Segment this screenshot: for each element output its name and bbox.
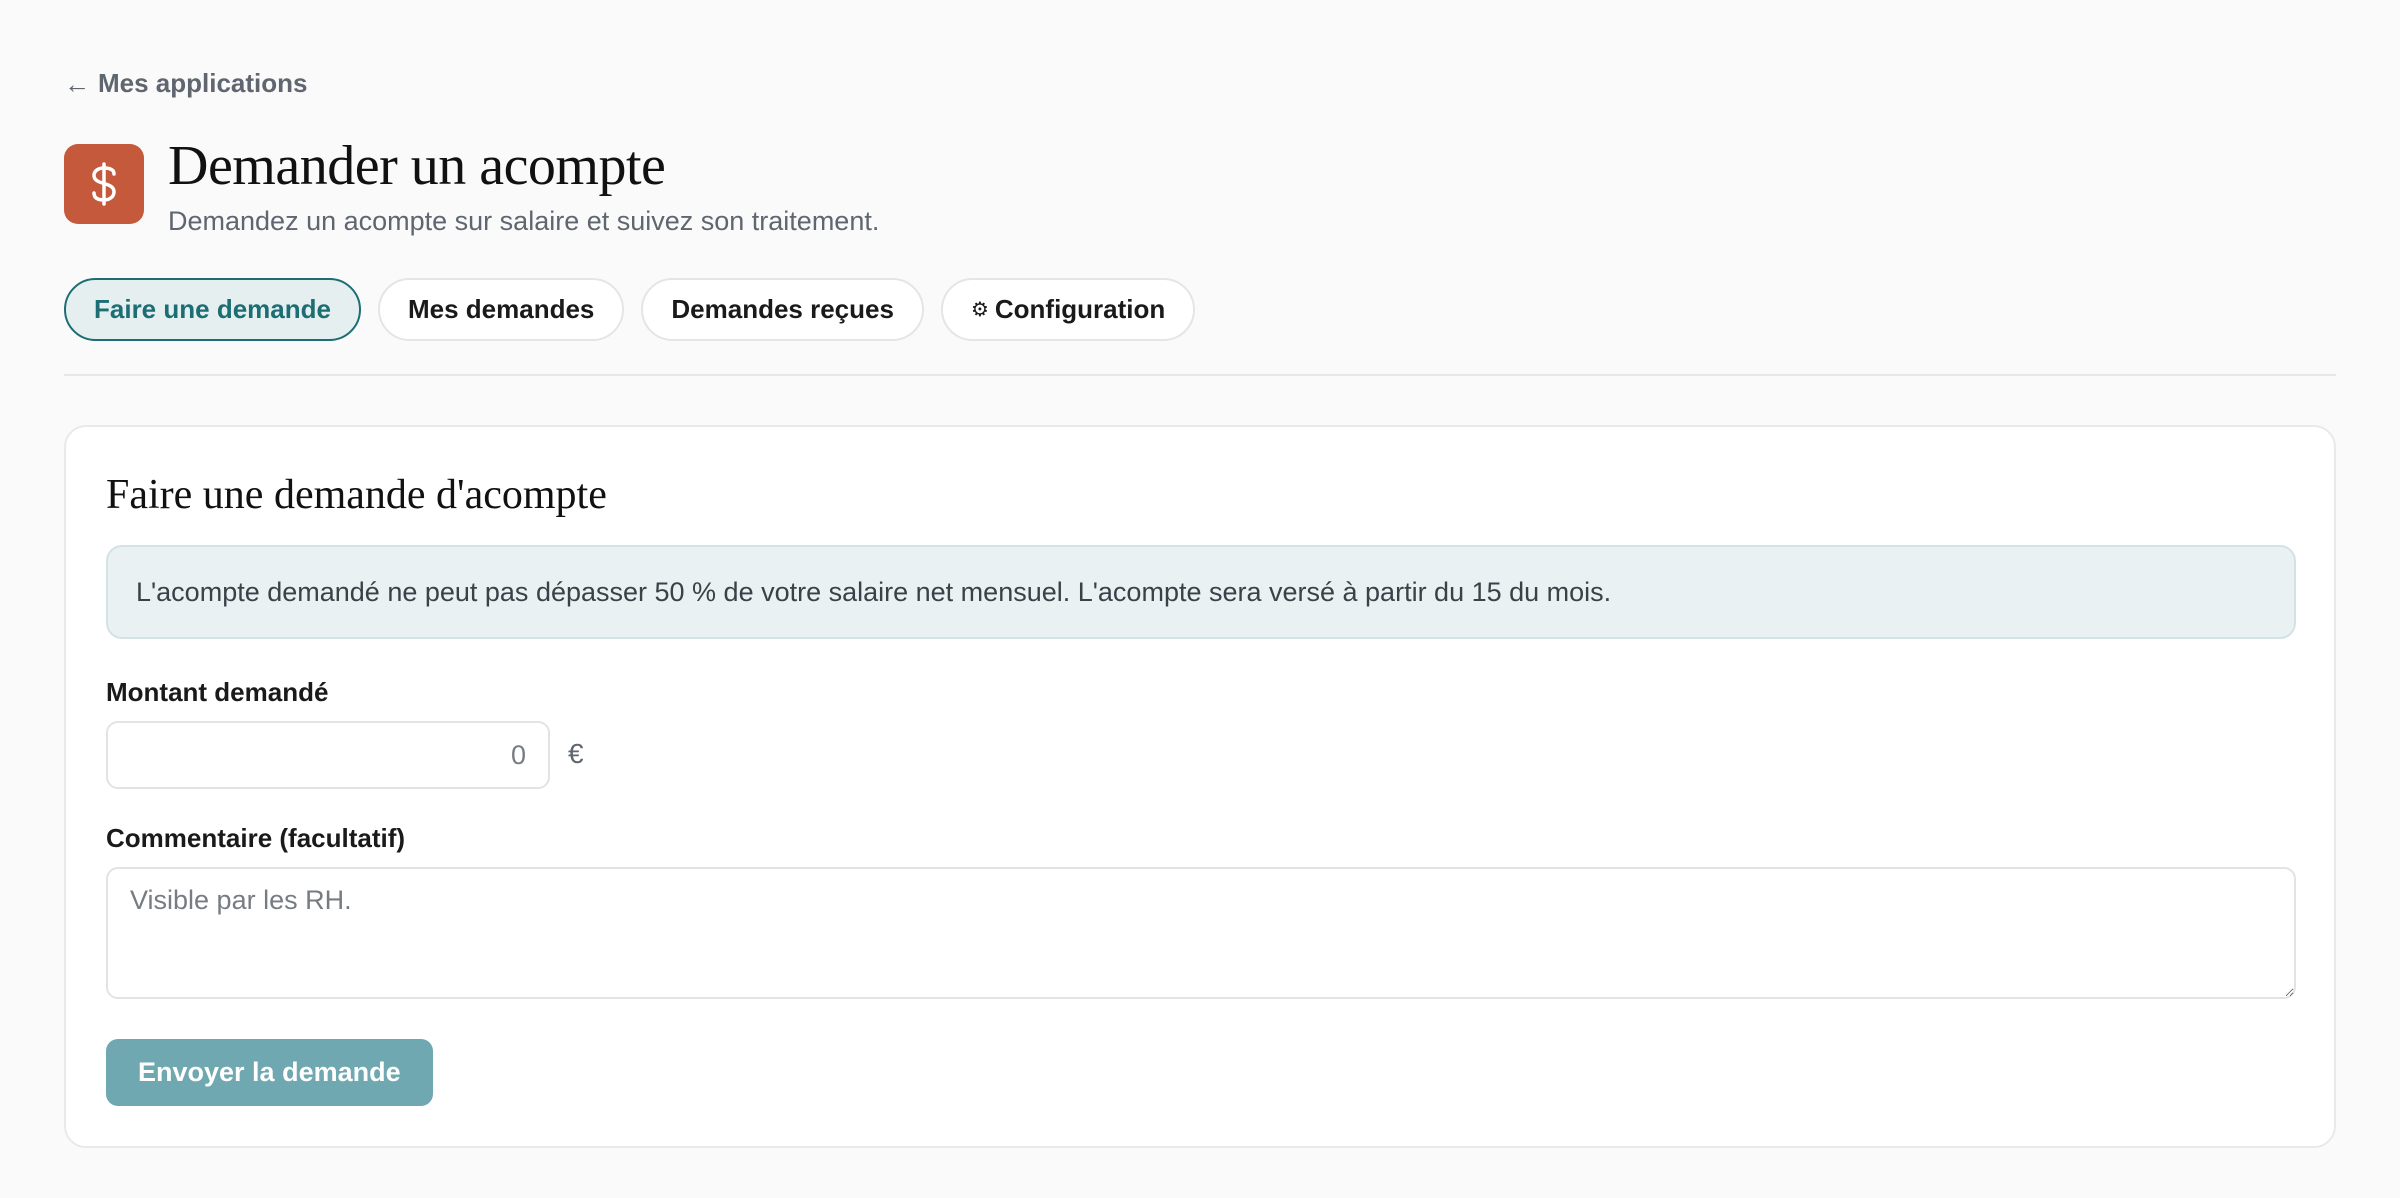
info-notice: L'acompte demandé ne peut pas dépasser 5… [106, 545, 2296, 639]
tab-label: Configuration [994, 294, 1166, 324]
arrow-left-icon: ← [64, 68, 90, 99]
comment-label: Commentaire (facultatif) [106, 823, 406, 853]
form-title: Faire une demande d'acompte [106, 472, 607, 518]
info-text: L'acompte demandé ne peut pas dépasser 5… [136, 576, 1612, 607]
tab-label: Faire une demande [94, 294, 331, 324]
divider [64, 374, 2336, 376]
amount-input[interactable] [106, 721, 550, 789]
back-link[interactable]: ← Mes applications [64, 68, 308, 99]
gear-icon: ⚙ [970, 299, 989, 321]
dollar-icon [92, 162, 116, 206]
amount-label: Montant demandé [106, 677, 329, 707]
request-form-card: Faire une demande d'acompte L'acompte de… [64, 425, 2336, 1148]
back-link-label: Mes applications [98, 68, 308, 98]
tab-label: Mes demandes [407, 294, 595, 324]
comment-textarea[interactable] [106, 867, 2296, 999]
tab-demandes-recues[interactable]: Demandes reçues [641, 278, 924, 341]
currency-symbol: € [568, 738, 584, 769]
tab-mes-demandes[interactable]: Mes demandes [377, 278, 625, 341]
tab-bar: Faire une demande Mes demandes Demandes … [64, 278, 1196, 341]
submit-button[interactable]: Envoyer la demande [106, 1039, 433, 1106]
tab-faire-une-demande[interactable]: Faire une demande [64, 278, 361, 341]
app-icon [64, 144, 144, 224]
page-subtitle: Demandez un acompte sur salaire et suive… [168, 206, 880, 236]
page: ← Mes applications Demander un acompte D… [0, 0, 2400, 1198]
page-title: Demander un acompte [168, 135, 666, 197]
tab-label: Demandes reçues [671, 294, 894, 324]
tab-configuration[interactable]: ⚙ Configuration [940, 278, 1196, 341]
